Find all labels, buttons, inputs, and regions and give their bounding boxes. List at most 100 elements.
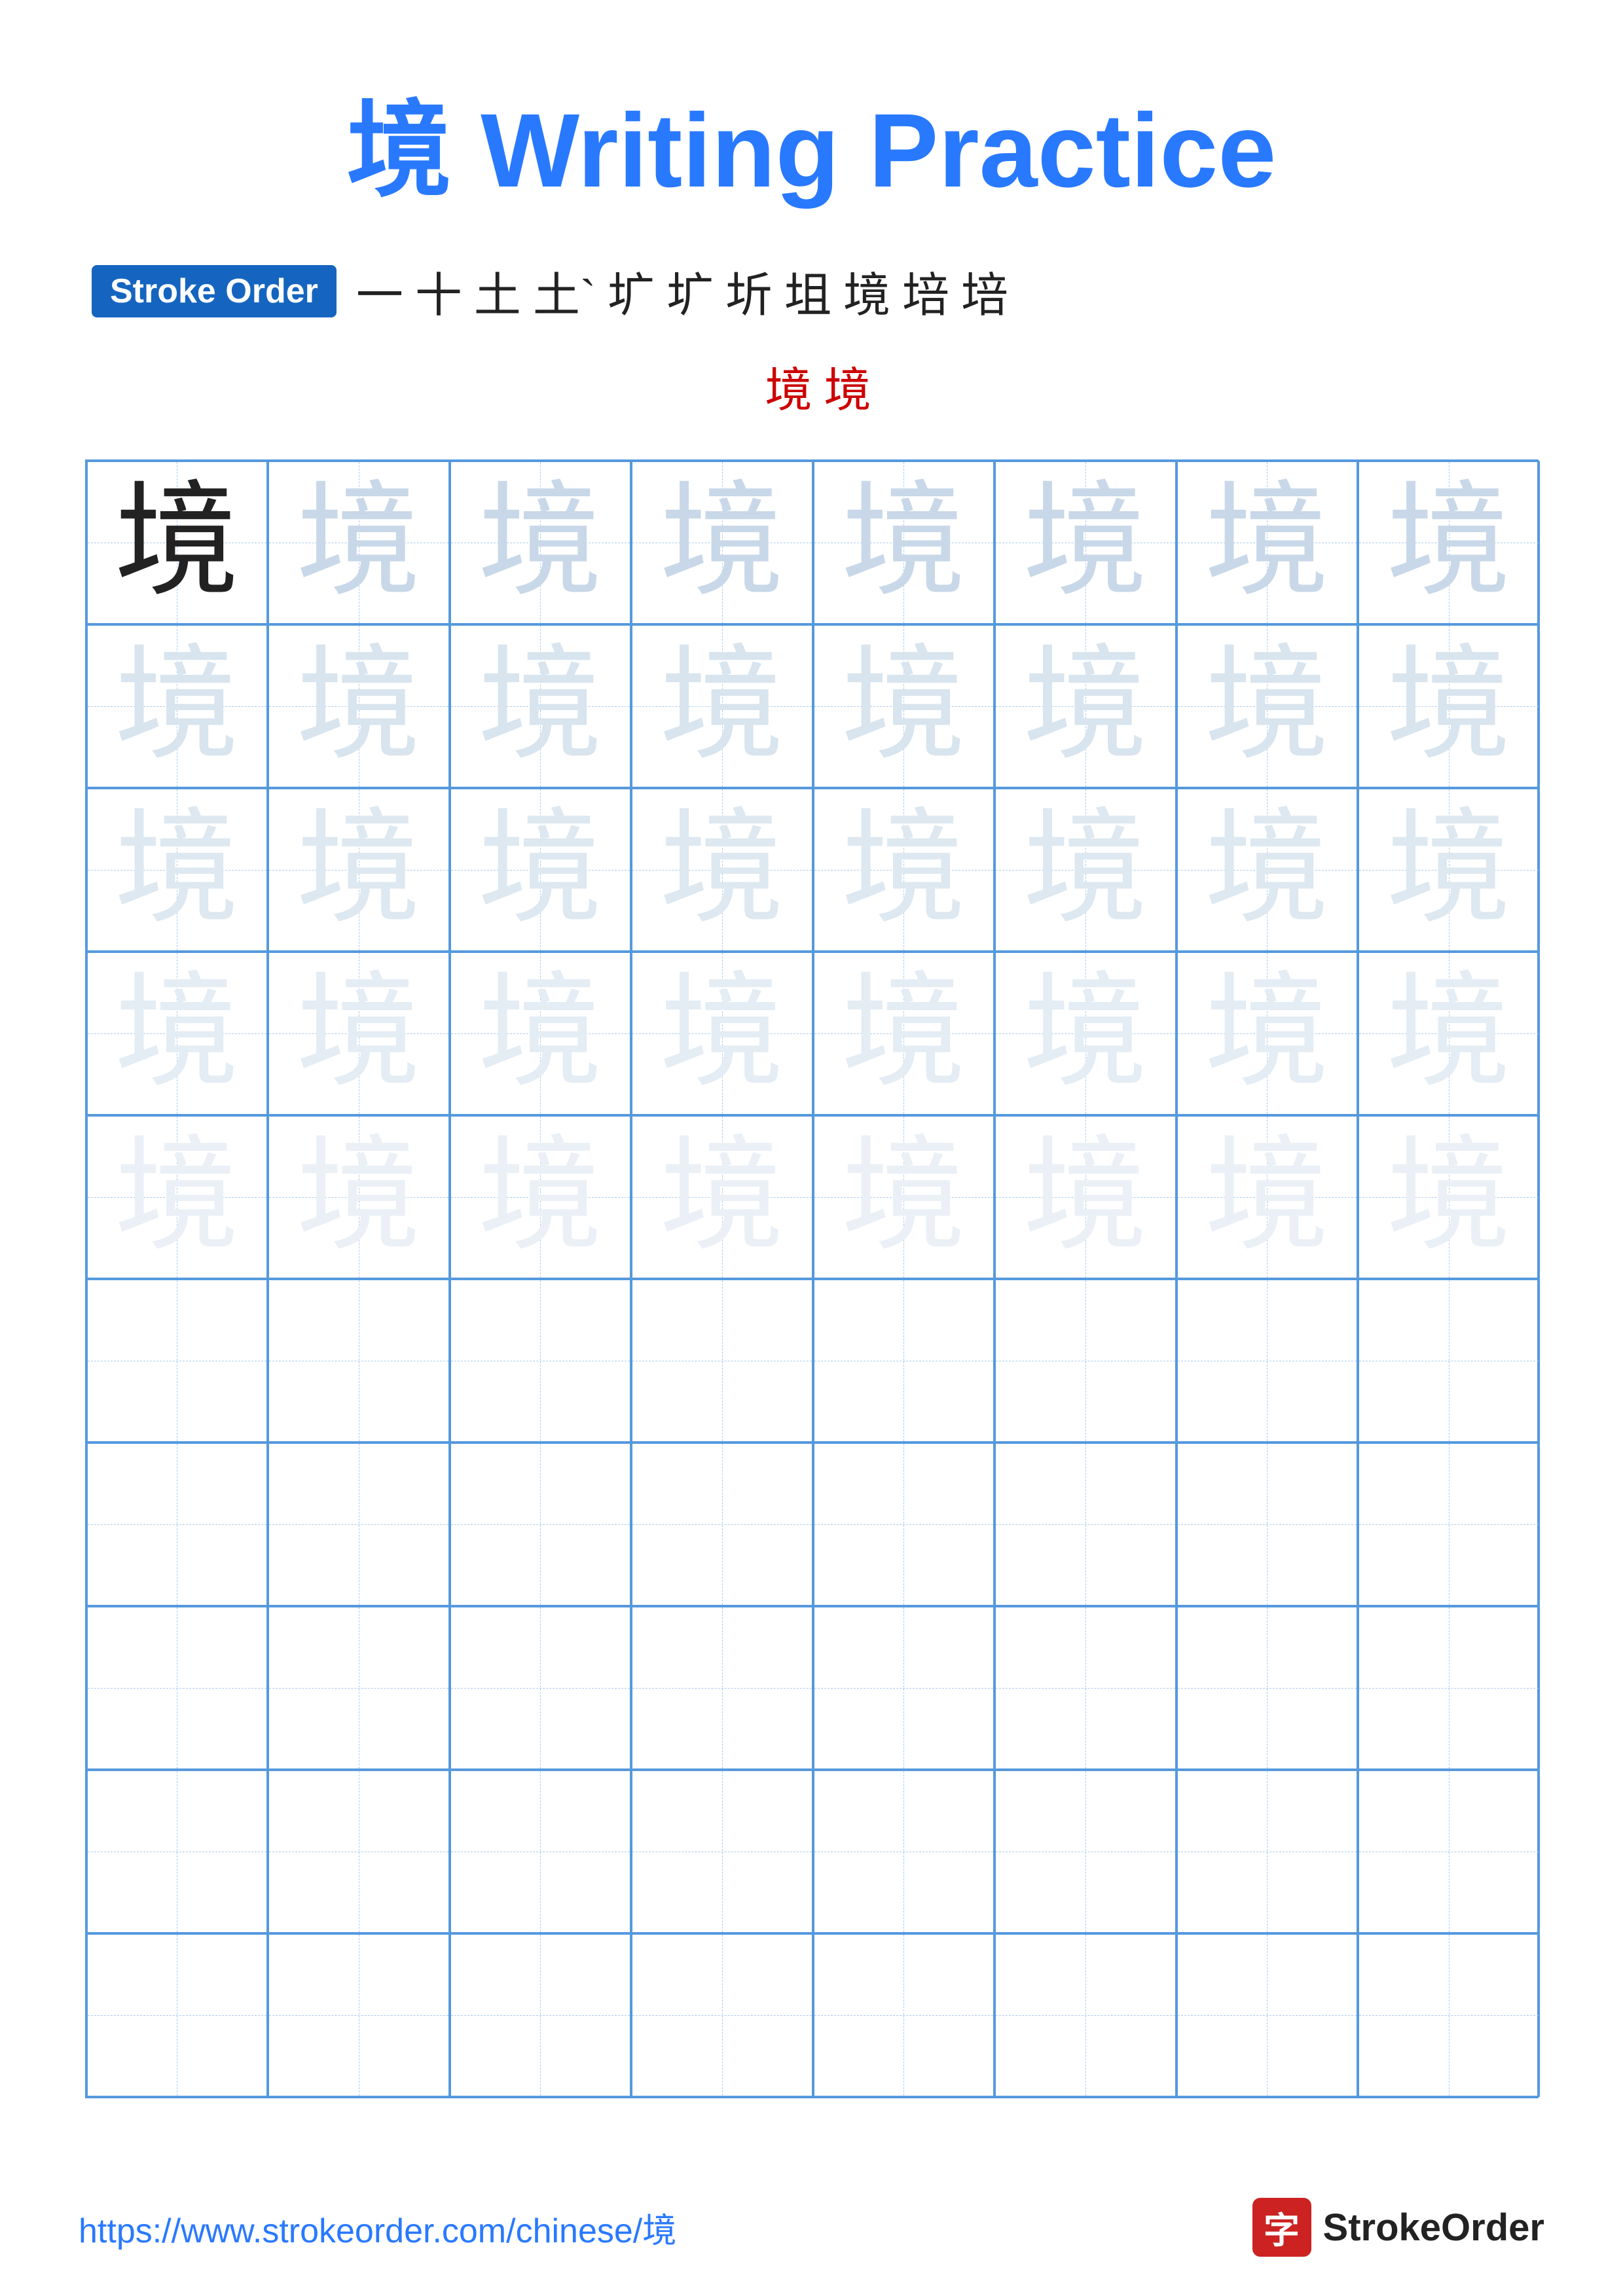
grid-cell[interactable]: 境 <box>813 461 995 624</box>
grid-cell-empty[interactable] <box>631 1770 813 1933</box>
grid-cell-empty[interactable] <box>994 1606 1176 1770</box>
grid-cell-empty[interactable] <box>1176 1606 1359 1770</box>
grid-cell[interactable]: 境 <box>268 1115 450 1279</box>
grid-cell-empty[interactable] <box>86 1279 268 1443</box>
grid-cell[interactable]: 境 <box>994 788 1176 952</box>
grid-cell-empty[interactable] <box>1176 1443 1359 1606</box>
footer-url[interactable]: https://www.strokeorder.com/chinese/境 <box>79 2203 676 2252</box>
grid-cell-empty[interactable] <box>813 1606 995 1770</box>
practice-char: 境 <box>297 808 421 932</box>
practice-char: 境 <box>660 644 784 768</box>
stroke-row2-1: 境 <box>765 351 812 420</box>
practice-char: 境 <box>660 971 784 1096</box>
grid-cell-empty[interactable] <box>813 1279 995 1443</box>
grid-cell-empty[interactable] <box>1358 1933 1540 2097</box>
grid-cell[interactable]: 境 <box>450 624 632 788</box>
grid-cell-empty[interactable] <box>268 1933 450 2097</box>
stroke-7: 圻 <box>725 257 773 325</box>
stroke-6: 圹 <box>666 257 714 325</box>
grid-cell-empty[interactable] <box>450 1933 632 2097</box>
grid-cell-empty[interactable] <box>450 1606 632 1770</box>
grid-cell[interactable]: 境 <box>631 788 813 952</box>
grid-cell-empty[interactable] <box>1358 1606 1540 1770</box>
grid-cell[interactable]: 境 <box>86 461 268 624</box>
grid-cell[interactable]: 境 <box>450 788 632 952</box>
grid-cell[interactable]: 境 <box>1176 624 1359 788</box>
grid-cell-empty[interactable] <box>1358 1443 1540 1606</box>
grid-cell-empty[interactable] <box>1358 1770 1540 1933</box>
practice-char: 境 <box>1387 808 1511 932</box>
grid-cell-empty[interactable] <box>631 1606 813 1770</box>
grid-cell-empty[interactable] <box>813 1770 995 1933</box>
grid-cell-empty[interactable] <box>1176 1933 1359 2097</box>
grid-cell-empty[interactable] <box>1176 1770 1359 1933</box>
grid-cell-empty[interactable] <box>268 1606 450 1770</box>
grid-cell-empty[interactable] <box>268 1279 450 1443</box>
grid-cell[interactable]: 境 <box>268 788 450 952</box>
grid-cell[interactable]: 境 <box>1358 624 1540 788</box>
grid-cell[interactable]: 境 <box>86 1115 268 1279</box>
grid-cell-empty[interactable] <box>86 1443 268 1606</box>
practice-char: 境 <box>1205 480 1329 605</box>
practice-char: 境 <box>115 1135 239 1259</box>
grid-cell-empty[interactable] <box>1176 1279 1359 1443</box>
grid-cell[interactable]: 境 <box>450 461 632 624</box>
practice-char: 境 <box>660 480 784 605</box>
grid-cell-empty[interactable] <box>994 1279 1176 1443</box>
stroke-order-badge: Stroke Order <box>92 265 337 317</box>
grid-cell[interactable]: 境 <box>1176 788 1359 952</box>
grid-cell[interactable]: 境 <box>1176 1115 1359 1279</box>
grid-cell[interactable]: 境 <box>1358 788 1540 952</box>
grid-cell-empty[interactable] <box>631 1933 813 2097</box>
grid-cell-empty[interactable] <box>994 1770 1176 1933</box>
logo-text: StrokeOrder <box>1323 2206 1544 2250</box>
grid-cell[interactable]: 境 <box>813 788 995 952</box>
grid-cell[interactable]: 境 <box>1358 1115 1540 1279</box>
grid-cell[interactable]: 境 <box>1176 952 1359 1115</box>
grid-cell-empty[interactable] <box>268 1770 450 1933</box>
grid-cell[interactable]: 境 <box>813 1115 995 1279</box>
grid-cell[interactable]: 境 <box>268 952 450 1115</box>
page-title: 境 Writing Practice <box>347 65 1277 217</box>
grid-cell[interactable]: 境 <box>994 1115 1176 1279</box>
grid-cell[interactable]: 境 <box>450 1115 632 1279</box>
grid-cell[interactable]: 境 <box>813 952 995 1115</box>
practice-char: 境 <box>297 1135 421 1259</box>
grid-cell[interactable]: 境 <box>86 952 268 1115</box>
grid-cell-empty[interactable] <box>86 1606 268 1770</box>
grid-cell[interactable]: 境 <box>268 461 450 624</box>
grid-cell-empty[interactable] <box>1358 1279 1540 1443</box>
grid-cell-empty[interactable] <box>994 1443 1176 1606</box>
grid-cell[interactable]: 境 <box>631 952 813 1115</box>
grid-cell[interactable]: 境 <box>994 952 1176 1115</box>
stroke-1: 一 <box>356 257 403 325</box>
grid-cell-empty[interactable] <box>631 1279 813 1443</box>
grid-cell[interactable]: 境 <box>450 952 632 1115</box>
practice-char: 境 <box>1387 971 1511 1096</box>
grid-cell[interactable]: 境 <box>1176 461 1359 624</box>
grid-cell[interactable]: 境 <box>994 461 1176 624</box>
grid-cell-empty[interactable] <box>450 1770 632 1933</box>
grid-cell-empty[interactable] <box>450 1279 632 1443</box>
grid-cell-empty[interactable] <box>994 1933 1176 2097</box>
grid-cell-empty[interactable] <box>813 1443 995 1606</box>
grid-cell-empty[interactable] <box>813 1933 995 2097</box>
grid-cell[interactable]: 境 <box>1358 461 1540 624</box>
grid-cell[interactable]: 境 <box>994 624 1176 788</box>
practice-char: 境 <box>1205 808 1329 932</box>
grid-cell[interactable]: 境 <box>631 624 813 788</box>
grid-cell-empty[interactable] <box>268 1443 450 1606</box>
grid-cell-empty[interactable] <box>450 1443 632 1606</box>
grid-cell[interactable]: 境 <box>86 788 268 952</box>
grid-cell[interactable]: 境 <box>813 624 995 788</box>
grid-cell-empty[interactable] <box>86 1933 268 2097</box>
grid-cell[interactable]: 境 <box>631 461 813 624</box>
grid-cell[interactable]: 境 <box>1358 952 1540 1115</box>
grid-cell[interactable]: 境 <box>268 624 450 788</box>
grid-cell[interactable]: 境 <box>631 1115 813 1279</box>
practice-char: 境 <box>115 644 239 768</box>
grid-cell-empty[interactable] <box>86 1770 268 1933</box>
grid-cell-empty[interactable] <box>631 1443 813 1606</box>
grid-cell[interactable]: 境 <box>86 624 268 788</box>
practice-char: 境 <box>1205 1135 1329 1259</box>
